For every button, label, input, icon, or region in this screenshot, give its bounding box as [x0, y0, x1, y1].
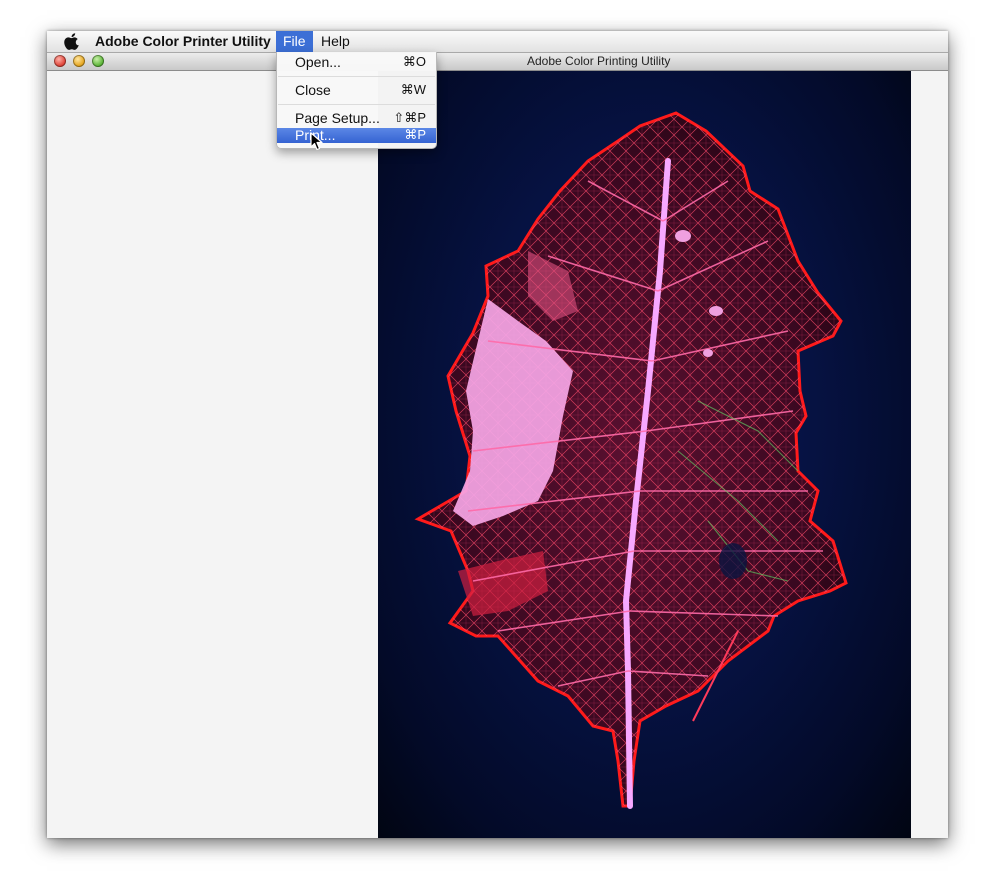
menu-file[interactable]: File [276, 31, 313, 52]
menu-item-label: Page Setup... [295, 110, 380, 126]
minimize-window-icon[interactable] [73, 55, 85, 67]
zoom-window-icon[interactable] [92, 55, 104, 67]
window-title-bar[interactable]: Adobe Color Printing Utility [47, 53, 948, 71]
content-blank-area [47, 71, 378, 838]
menu-item-label: Close [295, 82, 331, 98]
menu-item-shortcut: ⌘W [400, 82, 426, 97]
file-menu-dropdown: Open... ⌘O Close ⌘W Page Setup... ⇧⌘P Pr… [276, 52, 437, 149]
menu-item-close[interactable]: Close ⌘W [277, 80, 436, 100]
menu-help[interactable]: Help [321, 31, 350, 52]
menu-item-shortcut: ⌘P [404, 127, 426, 142]
screen: Adobe Color Printer Utility File Help Ad… [47, 31, 948, 838]
mouse-pointer-icon [310, 132, 323, 151]
window-title: Adobe Color Printing Utility [527, 54, 671, 68]
menu-bar: Adobe Color Printer Utility File Help [47, 31, 948, 53]
leaf-image [378, 71, 911, 838]
menu-item-print[interactable]: Print... ⌘P [277, 128, 436, 143]
menu-item-shortcut: ⇧⌘P [393, 110, 426, 125]
menu-separator [278, 76, 435, 77]
leaf-illustration [414, 111, 848, 809]
app-name-menu[interactable]: Adobe Color Printer Utility [95, 33, 271, 49]
menu-item-open[interactable]: Open... ⌘O [277, 52, 436, 72]
menu-item-label: Open... [295, 54, 341, 70]
apple-icon[interactable] [63, 32, 81, 51]
close-window-icon[interactable] [54, 55, 66, 67]
content-right-margin [911, 71, 948, 838]
menu-item-page-setup[interactable]: Page Setup... ⇧⌘P [277, 108, 436, 128]
menu-item-shortcut: ⌘O [402, 54, 426, 69]
menu-separator [278, 104, 435, 105]
